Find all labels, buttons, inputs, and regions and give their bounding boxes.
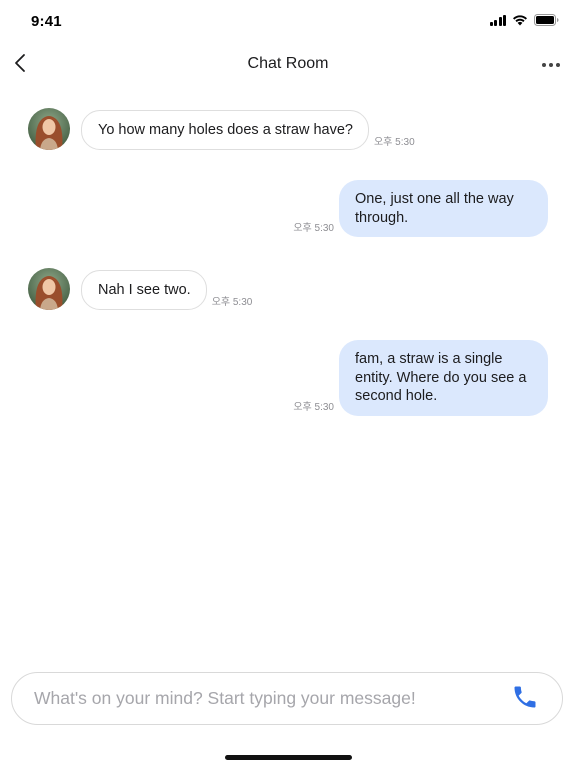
message-bubble[interactable]: One, just one all the way through. xyxy=(339,180,548,237)
message-input[interactable] xyxy=(34,673,494,724)
message-row-incoming: Nah I see two. 오후 5:30 xyxy=(28,268,257,310)
status-icons xyxy=(489,14,560,26)
signal-icon xyxy=(489,14,506,26)
avatar[interactable] xyxy=(28,108,70,150)
message-bubble[interactable]: Nah I see two. xyxy=(81,270,207,310)
call-button[interactable] xyxy=(510,685,540,713)
message-row-outgoing: One, just one all the way through. 오후 5:… xyxy=(288,180,548,237)
message-timestamp: 오후 5:30 xyxy=(211,297,253,308)
more-button[interactable] xyxy=(540,55,562,75)
message-bubble[interactable]: Yo how many holes does a straw have? xyxy=(81,110,369,150)
more-horizontal-icon xyxy=(542,63,560,67)
avatar[interactable] xyxy=(28,268,70,310)
message-timestamp: 오후 5:30 xyxy=(293,401,334,413)
message-row-incoming: Yo how many holes does a straw have? 오후 … xyxy=(28,108,420,150)
page-title: Chat Room xyxy=(247,55,329,72)
header: Chat Room xyxy=(0,44,576,86)
status-time: 9:41 xyxy=(31,13,62,30)
status-bar: 9:41 xyxy=(0,0,576,44)
message-timestamp: 오후 5:30 xyxy=(293,223,334,234)
message-bubble[interactable]: fam, a straw is a single entity. Where d… xyxy=(339,340,548,416)
battery-icon xyxy=(534,14,559,26)
message-row-outgoing: fam, a straw is a single entity. Where d… xyxy=(288,340,548,416)
wifi-icon xyxy=(512,14,528,26)
message-list[interactable]: Yo how many holes does a straw have? 오후 … xyxy=(0,86,576,666)
home-indicator xyxy=(225,755,352,760)
phone-icon xyxy=(511,683,539,716)
message-composer xyxy=(11,672,563,725)
message-timestamp: 오후 5:30 xyxy=(373,137,415,148)
